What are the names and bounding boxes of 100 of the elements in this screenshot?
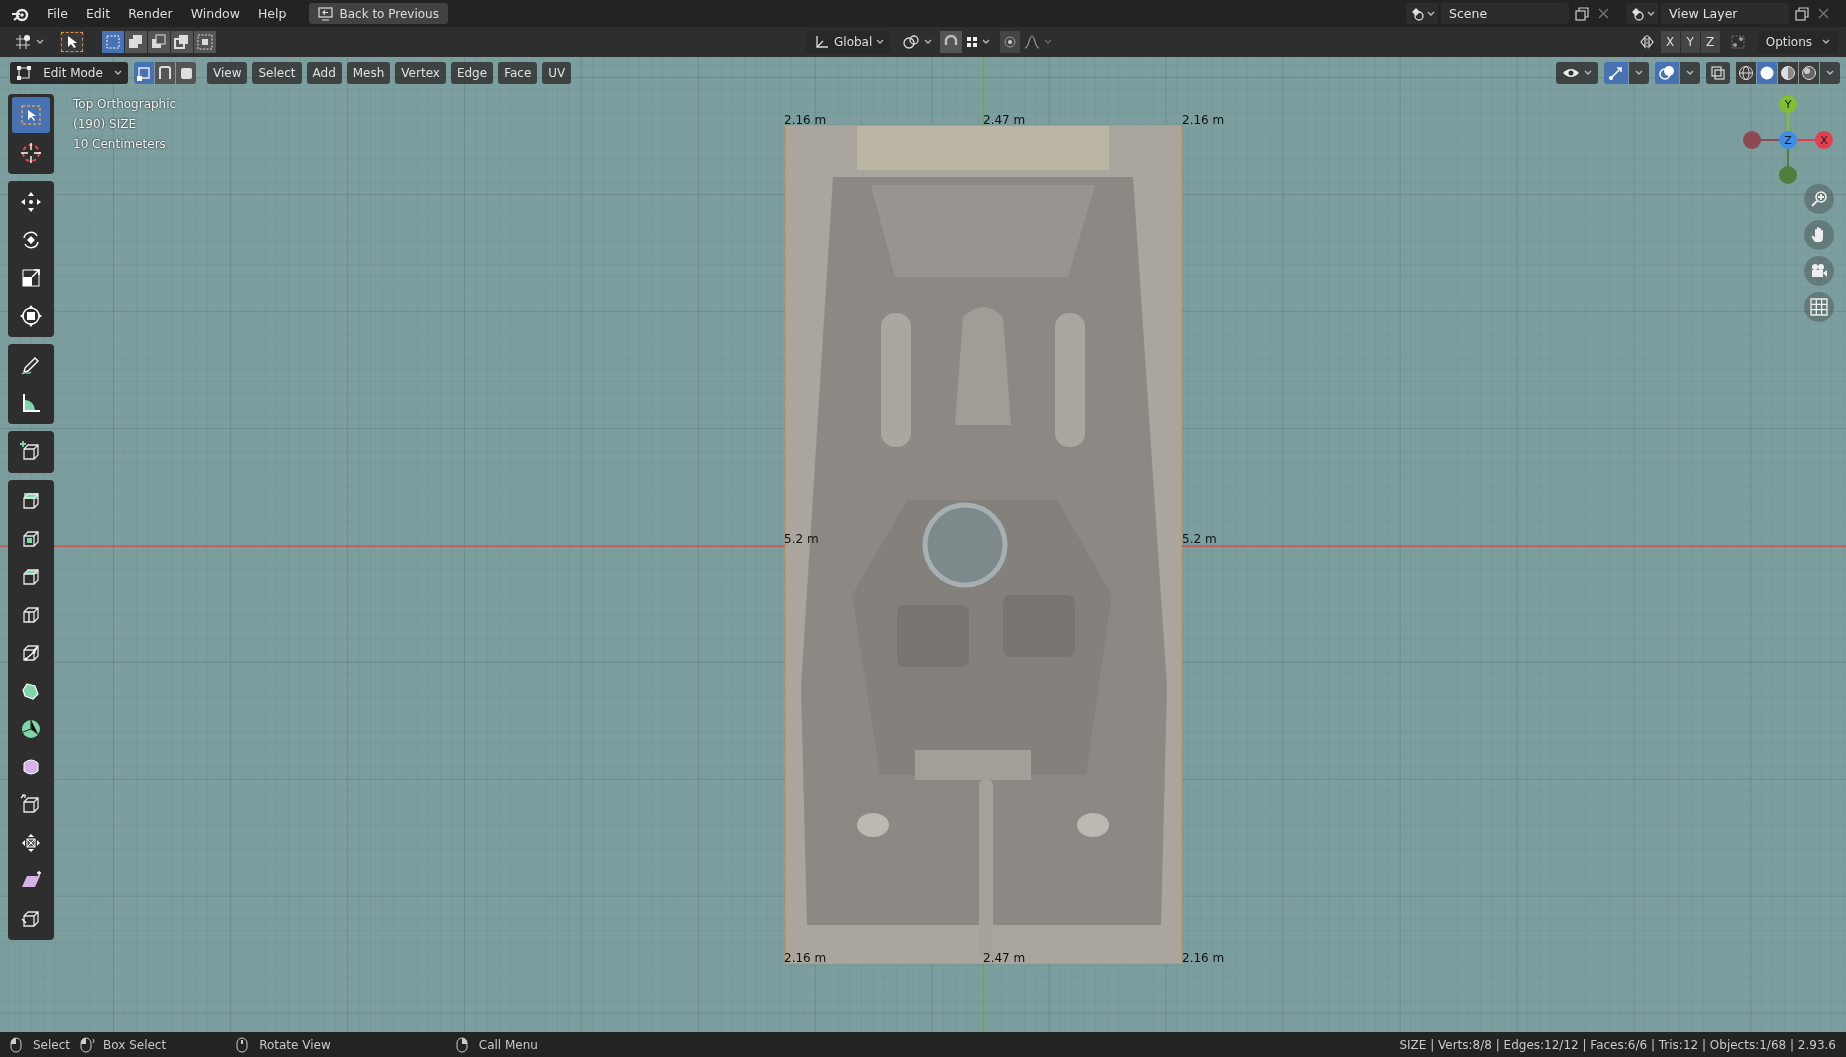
extend-selection-icon xyxy=(128,34,144,50)
y-axis-handle[interactable]: Y xyxy=(1779,95,1797,113)
face-select-mode-button[interactable] xyxy=(176,62,196,84)
cursor-icon xyxy=(19,141,43,165)
options-dropdown[interactable]: Options xyxy=(1757,31,1838,53)
negative-x-handle[interactable] xyxy=(1743,131,1761,149)
material-sphere-icon xyxy=(1780,65,1796,81)
close-icon xyxy=(1598,8,1609,19)
menu-item[interactable]: Vertex xyxy=(395,62,446,84)
rendered-sphere-icon xyxy=(1801,65,1817,81)
rendered-shading-button[interactable] xyxy=(1799,62,1819,84)
x-axis-handle[interactable]: X xyxy=(1815,131,1833,149)
scale-icon xyxy=(19,266,43,290)
menu-item[interactable]: Edge xyxy=(450,62,494,84)
duplicate-button[interactable] xyxy=(1792,4,1812,23)
circle-dot-icon xyxy=(1004,36,1016,48)
menu-item[interactable]: Select xyxy=(252,62,302,84)
view-layer-field[interactable]: View Layer xyxy=(1661,3,1789,24)
chevron-icon xyxy=(876,39,885,45)
select-box-tool-button[interactable] xyxy=(12,97,50,133)
selection-mode-button[interactable] xyxy=(125,31,147,53)
new-selection-icon xyxy=(105,34,121,50)
axis-toggle[interactable]: Z xyxy=(1700,31,1720,53)
wireframe-shading-button[interactable] xyxy=(1736,62,1756,84)
zoom-button[interactable] xyxy=(1804,184,1834,214)
chevron-icon xyxy=(36,39,44,45)
negative-y-handle[interactable] xyxy=(1779,166,1797,184)
chevron-icon xyxy=(1826,70,1834,76)
menu-item[interactable]: Help xyxy=(248,3,296,24)
snap-toggle[interactable] xyxy=(940,31,962,53)
duplicate-button[interactable] xyxy=(1572,4,1592,23)
visibility-dropdown[interactable] xyxy=(1556,62,1598,84)
chevron-icon xyxy=(1647,10,1655,17)
material-shading-button[interactable] xyxy=(1778,62,1798,84)
wireframe-sphere-icon xyxy=(1738,65,1754,81)
gizmo-icon xyxy=(1608,65,1624,81)
status-hint: Rotate View xyxy=(259,1037,331,1052)
selection-mode-button[interactable] xyxy=(194,31,216,53)
scene-selector[interactable] xyxy=(1406,3,1438,24)
edge-select-mode-button[interactable] xyxy=(155,62,175,84)
menu-item[interactable]: UV xyxy=(542,62,572,84)
invert-selection-icon xyxy=(174,34,190,50)
edge-mode-icon xyxy=(157,65,173,81)
perspective-toggle[interactable] xyxy=(1804,292,1834,322)
chevron-icon xyxy=(1044,39,1052,45)
chevron-icon xyxy=(1822,39,1830,45)
menu-item[interactable]: Add xyxy=(306,62,342,84)
proportional-editing-toggle[interactable] xyxy=(1000,31,1020,53)
left-mouse-drag-icon xyxy=(80,1036,96,1053)
pan-button[interactable] xyxy=(1804,220,1834,250)
z-axis-handle[interactable]: Z xyxy=(1779,131,1797,149)
camera-view-button[interactable] xyxy=(1804,256,1834,286)
solid-sphere-icon xyxy=(1759,65,1775,81)
transform-orientation-dropdown[interactable]: Global xyxy=(806,31,890,53)
gizmo-toggle[interactable] xyxy=(1604,62,1628,84)
pivot-icon xyxy=(902,34,920,50)
overlays-toggle[interactable] xyxy=(1655,62,1679,84)
viewport-info-text: (190) SIZE xyxy=(73,116,138,133)
mode-dropdown[interactable]: Edit Mode xyxy=(10,62,128,84)
copy-icon xyxy=(1575,6,1589,21)
tool-button[interactable] xyxy=(60,31,84,53)
subtract-selection-icon xyxy=(151,34,167,50)
overlays-dropdown[interactable] xyxy=(1680,62,1700,84)
menu-item[interactable]: Render xyxy=(119,3,182,24)
selection-mode-button[interactable] xyxy=(171,31,193,53)
scene-field[interactable]: Scene xyxy=(1441,3,1569,24)
dimension-label: 2.16 m xyxy=(1182,113,1225,127)
viewport-info-text: 10 Centimeters xyxy=(73,136,167,153)
grid-dots-icon xyxy=(966,36,978,48)
edit-mode-icon xyxy=(16,65,32,81)
back-to-previous-button[interactable]: Back to Previous xyxy=(309,3,448,24)
selection-mode-button[interactable] xyxy=(148,31,170,53)
move-icon xyxy=(19,190,43,214)
overlay-circles-icon xyxy=(1659,65,1675,81)
spin-icon xyxy=(19,717,43,741)
status-hint: Box Select xyxy=(103,1037,167,1052)
menu-item[interactable]: File xyxy=(38,3,77,24)
gizmo-dropdown[interactable] xyxy=(1629,62,1649,84)
chevron-icon xyxy=(924,39,932,45)
close-icon xyxy=(1818,8,1829,19)
dimension-label: 2.16 m xyxy=(1182,951,1225,965)
scene-statistics: SIZE | Verts:8/8 | Edges:12/12 | Faces:6/6 | Tris:12 | Objects:1/68 | 2.93.6 xyxy=(1399,1037,1836,1052)
chevron-icon xyxy=(1635,70,1643,76)
right-mouse-icon xyxy=(455,1036,471,1053)
menu-item[interactable]: Face xyxy=(498,62,538,84)
vertex-select-mode-button[interactable] xyxy=(134,62,154,84)
menu-item[interactable]: Edit xyxy=(76,3,120,24)
x-ray-toggle[interactable] xyxy=(1706,62,1730,84)
screen-back-icon xyxy=(318,6,334,21)
solid-shading-button[interactable] xyxy=(1757,62,1777,84)
x-ray-icon xyxy=(1711,66,1725,80)
grid-axes-icon xyxy=(14,34,32,50)
menu-item[interactable]: Mesh xyxy=(346,62,391,84)
axis-toggle[interactable]: Y xyxy=(1680,31,1700,53)
grid-icon xyxy=(1810,298,1828,316)
menu-item[interactable]: Window xyxy=(181,3,249,24)
axes-icon xyxy=(814,34,830,50)
axis-toggle[interactable]: X xyxy=(1660,31,1680,53)
status-hint: Select xyxy=(33,1037,71,1052)
menu-item[interactable]: View xyxy=(207,62,248,84)
